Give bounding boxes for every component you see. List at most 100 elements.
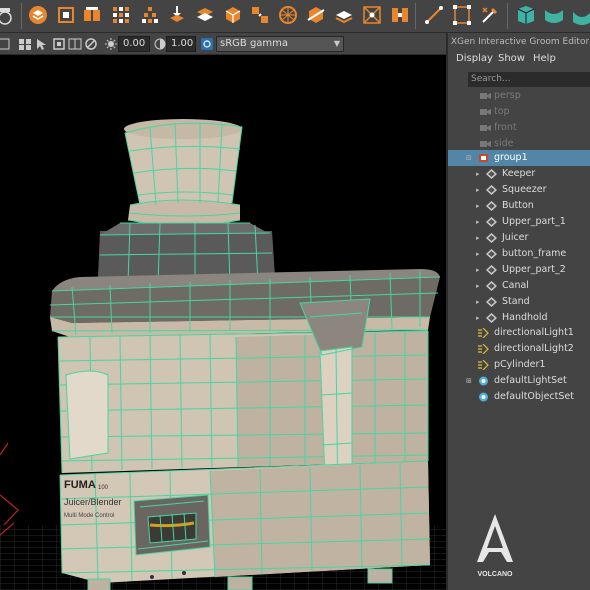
chevron-right-icon[interactable]: ▸ <box>476 230 480 246</box>
exposure-field[interactable]: 0.00 <box>118 36 150 52</box>
mesh-icon <box>486 201 497 211</box>
grid-cube-icon[interactable] <box>110 4 132 26</box>
color-management-icon[interactable] <box>200 37 214 51</box>
outliner-item-squeezer[interactable]: ▸ Squeezer <box>448 182 590 198</box>
light-icon <box>478 359 489 371</box>
outliner-item-front[interactable]: front <box>448 120 590 136</box>
select-cursor-icon[interactable] <box>34 37 48 51</box>
scene-view[interactable]: FUMA 100 Juicer/Blender Multi Mode Contr… <box>0 55 446 590</box>
render-icon[interactable] <box>0 4 16 26</box>
keeper-cup-mesh <box>124 119 243 226</box>
chevron-right-icon[interactable]: ▸ <box>476 198 480 214</box>
outliner-item-defaultlightset[interactable]: ⊞ defaultLightSet <box>448 373 590 389</box>
chevron-down-icon: ▼ <box>333 39 340 48</box>
outliner-item-label: pCylinder1 <box>494 359 546 370</box>
outliner-menubar: Display Show Help <box>448 51 590 67</box>
collapse-icon[interactable]: ⊟ <box>466 150 472 166</box>
chevron-right-icon[interactable]: ▸ <box>476 310 480 326</box>
uv-sphere-icon[interactable] <box>571 4 590 26</box>
camera-icon <box>480 91 491 101</box>
outliner-item-button-frame[interactable]: ▸ button_frame <box>448 246 590 262</box>
mesh-icon <box>486 265 497 275</box>
outliner-item-canal[interactable]: ▸ Canal <box>448 278 590 294</box>
menu-display[interactable]: Display <box>456 53 493 64</box>
outliner-item-label: Canal <box>502 280 529 291</box>
gamma-field[interactable]: 1.00 <box>166 36 196 52</box>
volcano-logo: VOLCANO <box>477 514 513 578</box>
exposure-icon[interactable] <box>104 37 118 51</box>
poly-cube-icon[interactable] <box>27 4 49 26</box>
edge-tool-icon[interactable] <box>423 4 445 26</box>
bridge-icon[interactable] <box>389 4 411 26</box>
color-space-dropdown[interactable]: sRGB gamma ▼ <box>216 36 344 52</box>
gamma-icon[interactable] <box>153 37 167 51</box>
chevron-right-icon[interactable]: ▸ <box>476 278 480 294</box>
chevron-right-icon[interactable]: ▸ <box>476 246 480 262</box>
outliner-item-keeper[interactable]: ▸ Keeper <box>448 166 590 182</box>
mesh-icon <box>486 233 497 243</box>
light-icon <box>478 343 489 355</box>
expand-icon[interactable]: ⊞ <box>466 373 472 389</box>
uv-cube-icon[interactable] <box>515 4 537 26</box>
bounding-box-icon[interactable] <box>451 4 473 26</box>
menu-show[interactable]: Show <box>498 53 525 64</box>
viewport-panel[interactable]: 0.00 1.00 sRGB gamma ▼ FUMA 100 Juicer/B… <box>0 33 446 590</box>
outliner-item-label: defaultLightSet <box>494 375 567 386</box>
split-cube-icon[interactable] <box>81 4 103 26</box>
pyramid-dots-icon[interactable] <box>139 4 161 26</box>
chevron-right-icon[interactable]: ▸ <box>476 214 480 230</box>
combine-icon[interactable] <box>249 4 271 26</box>
target-weld-icon[interactable] <box>361 4 383 26</box>
outliner-item-label: Squeezer <box>502 184 547 195</box>
panel-icon[interactable] <box>0 37 10 51</box>
outliner-item-directionallight1[interactable]: directionalLight1 <box>448 325 590 341</box>
viewport-toolbar: 0.00 1.00 sRGB gamma ▼ <box>0 33 446 55</box>
chevron-right-icon[interactable]: ▸ <box>476 166 480 182</box>
chevron-right-icon[interactable]: ▸ <box>476 294 480 310</box>
layout-icon[interactable] <box>68 37 82 51</box>
outliner-item-juicer[interactable]: ▸ Juicer <box>448 230 590 246</box>
shelf-divider <box>21 3 22 29</box>
mesh-icon <box>486 281 497 291</box>
outliner-item-upper-part-1[interactable]: ▸ Upper_part_1 <box>448 214 590 230</box>
flatten-icon[interactable] <box>333 4 355 26</box>
menu-help[interactable]: Help <box>533 53 556 64</box>
outliner-item-handhold[interactable]: ▸ Handhold <box>448 310 590 326</box>
outliner-item-pcylinder1[interactable]: pCylinder1 <box>448 357 590 373</box>
set-icon <box>478 392 489 402</box>
chevron-right-icon[interactable]: ▸ <box>476 182 480 198</box>
outliner-item-top[interactable]: top <box>448 104 590 120</box>
outliner-item-label: group1 <box>494 152 528 163</box>
paint-tool-icon[interactable] <box>479 4 501 26</box>
mesh-icon <box>486 249 497 259</box>
outliner-item-label: Handhold <box>502 312 548 323</box>
mesh-icon <box>486 217 497 227</box>
extrude-icon[interactable] <box>166 4 188 26</box>
sphere-wire-icon[interactable] <box>277 4 299 26</box>
light-icon <box>478 327 489 339</box>
slice-cube-icon[interactable] <box>305 4 327 26</box>
hollow-cube-icon[interactable] <box>55 4 77 26</box>
search-input[interactable]: Search... <box>468 72 590 87</box>
outliner-item-upper-part-2[interactable]: ▸ Upper_part_2 <box>448 262 590 278</box>
grid-toggle-icon[interactable] <box>18 37 32 51</box>
layered-planes-icon[interactable] <box>194 4 216 26</box>
chevron-right-icon[interactable]: ▸ <box>476 262 480 278</box>
isolate-icon[interactable] <box>84 37 98 51</box>
bevel-cube-icon[interactable] <box>222 4 244 26</box>
panel-title: XGen Interactive Groom Editor <box>450 37 590 47</box>
mesh-icon <box>486 185 497 195</box>
color-space-value: sRGB gamma <box>220 38 289 49</box>
outliner-item-label: Upper_part_2 <box>502 264 566 275</box>
outliner-item-stand[interactable]: ▸ Stand <box>448 294 590 310</box>
camera-gate-icon[interactable] <box>52 37 66 51</box>
outliner-item-group1[interactable]: ⊟ group1 <box>448 150 590 166</box>
outliner-item-button[interactable]: ▸ Button <box>448 198 590 214</box>
set-icon <box>478 376 489 386</box>
outliner-item-label: Keeper <box>502 168 536 179</box>
outliner-item-directionallight2[interactable]: directionalLight2 <box>448 341 590 357</box>
outliner-item-defaultobjectset[interactable]: defaultObjectSet <box>448 389 590 405</box>
uv-unfold-icon[interactable] <box>543 4 565 26</box>
outliner-item-label: persp <box>494 90 521 101</box>
outliner-item-persp[interactable]: persp <box>448 88 590 104</box>
